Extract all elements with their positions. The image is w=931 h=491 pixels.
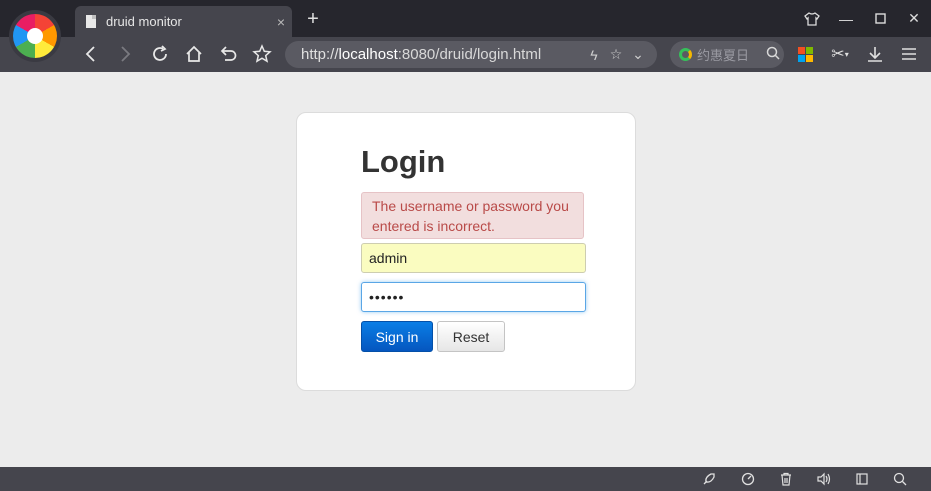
close-window-button[interactable]: ✕: [897, 0, 931, 37]
forward-button[interactable]: [112, 41, 138, 67]
trash-icon[interactable]: [776, 470, 796, 488]
home-button[interactable]: [181, 41, 207, 67]
new-tab-button[interactable]: +: [302, 8, 324, 31]
chevron-down-icon[interactable]: ⌄: [627, 46, 649, 63]
status-bar: [0, 467, 931, 491]
speed-icon[interactable]: [738, 470, 758, 488]
window-controls: — ✕: [795, 0, 931, 37]
reset-button[interactable]: Reset: [437, 321, 505, 352]
bookmark-star-icon[interactable]: ☆: [605, 46, 627, 63]
title-bar: druid monitor × + — ✕: [0, 0, 931, 37]
zoom-search-icon[interactable]: [890, 470, 910, 488]
maximize-button[interactable]: [863, 0, 897, 37]
tab-title: druid monitor: [106, 14, 182, 29]
favorite-star-icon[interactable]: [249, 41, 275, 67]
login-card: Login The username or password you enter…: [296, 112, 636, 391]
window-mode-icon[interactable]: [852, 470, 872, 488]
page-title: Login: [361, 144, 446, 179]
address-bar[interactable]: http://localhost:8080/druid/login.html ϟ…: [285, 41, 657, 68]
undo-close-button[interactable]: [215, 41, 241, 67]
document-icon: [86, 15, 96, 28]
skin-icon[interactable]: [795, 0, 829, 37]
url-text[interactable]: http://localhost:8080/druid/login.html: [301, 46, 583, 63]
menu-icon[interactable]: [896, 41, 922, 67]
tab-close-icon[interactable]: ×: [270, 14, 292, 30]
browser-logo-icon[interactable]: [9, 10, 61, 62]
sound-icon[interactable]: [814, 470, 834, 488]
screenshot-scissors-icon[interactable]: ✂ ▾: [824, 41, 856, 67]
reload-button[interactable]: [147, 41, 173, 67]
search-icon[interactable]: [762, 46, 784, 63]
rocket-icon[interactable]: [699, 470, 719, 488]
password-field[interactable]: [361, 282, 586, 312]
minimize-button[interactable]: —: [829, 0, 863, 37]
tab-druid-monitor[interactable]: druid monitor ×: [75, 6, 292, 37]
apps-grid-icon[interactable]: [792, 41, 818, 67]
search-engine-icon[interactable]: [679, 48, 692, 61]
browser-toolbar: http://localhost:8080/druid/login.html ϟ…: [0, 37, 931, 72]
download-icon[interactable]: [862, 41, 888, 67]
back-button[interactable]: [78, 41, 104, 67]
search-box[interactable]: 约惠夏日: [670, 41, 784, 68]
username-field[interactable]: [361, 243, 586, 273]
search-placeholder: 约惠夏日: [697, 48, 750, 63]
error-alert: The username or password you entered is …: [361, 192, 584, 239]
sign-in-button[interactable]: Sign in: [361, 321, 433, 352]
lightning-icon[interactable]: ϟ: [583, 47, 605, 63]
